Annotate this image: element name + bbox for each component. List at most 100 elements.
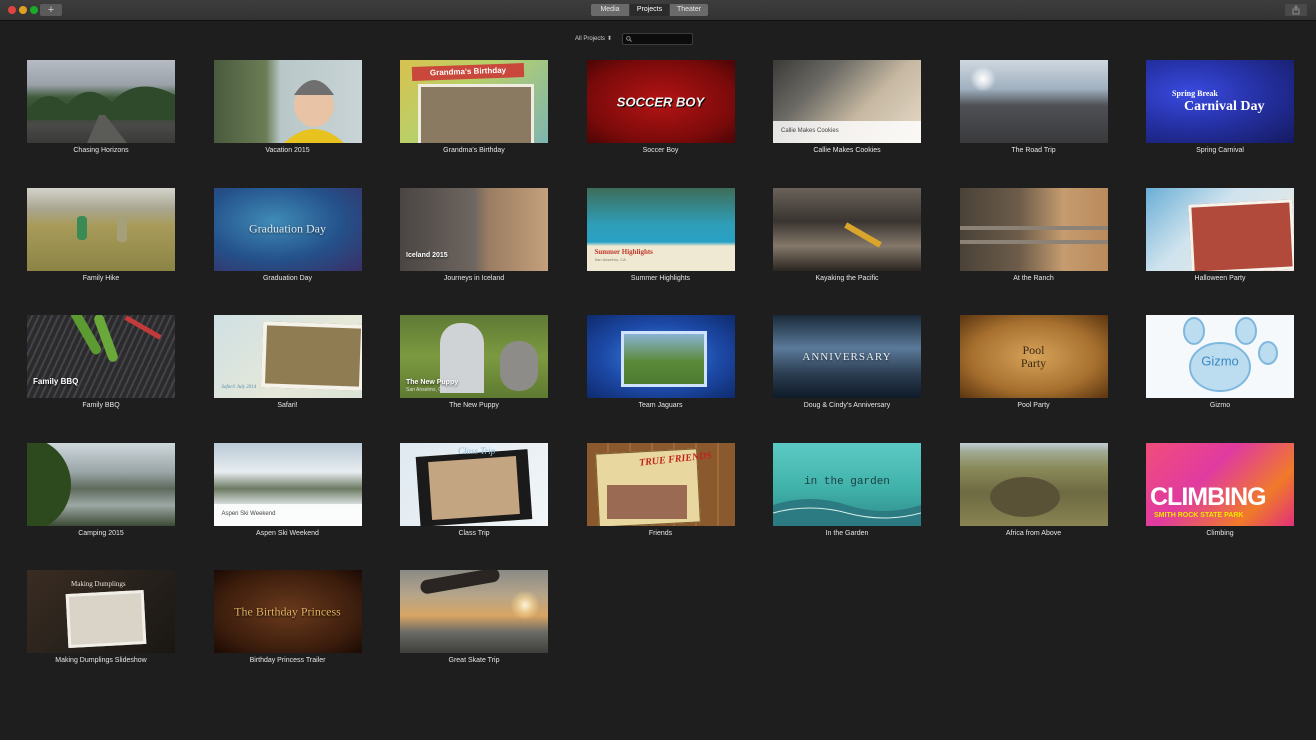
project-thumbnail[interactable]: Class Trip — [400, 442, 548, 526]
minimize-window-button[interactable] — [19, 6, 27, 14]
search-field[interactable] — [622, 33, 693, 45]
project-thumbnail[interactable]: The New Puppy San Anselmo, CA — [400, 315, 548, 398]
project-tile[interactable]: Family Hike — [27, 187, 175, 316]
thumbnail-title: Graduation Day — [249, 221, 326, 236]
project-thumbnail[interactable]: Graduation Day — [213, 187, 362, 271]
project-tile[interactable]: Safari! July 2014 Safari! — [213, 315, 362, 443]
thumbnail-title: Family BBQ — [33, 377, 79, 386]
project-thumbnail[interactable] — [959, 442, 1108, 526]
project-tile[interactable]: The Birthday Princess Birthday Princess … — [213, 570, 362, 698]
project-tile[interactable]: ANNIVERSARY Doug & Cindy's Anniversary — [773, 315, 921, 443]
project-thumbnail[interactable] — [27, 187, 175, 271]
project-thumbnail[interactable]: Summer Highlights San Anselmo, CA — [586, 187, 735, 271]
project-title: Grandma's Birthday — [443, 147, 505, 154]
thumbnail-title: Grandma's Birthday — [429, 65, 507, 78]
zoom-window-button[interactable] — [30, 6, 38, 14]
new-project-button[interactable]: + — [40, 4, 62, 16]
project-thumbnail[interactable]: Spring Break Carnival Day — [1146, 60, 1294, 143]
project-title: Spring Carnival — [1196, 147, 1244, 154]
project-thumbnail[interactable] — [959, 60, 1108, 143]
project-thumbnail[interactable]: Grandma's Birthday — [400, 60, 548, 143]
project-thumbnail[interactable] — [27, 60, 175, 143]
project-thumbnail[interactable] — [400, 570, 548, 653]
project-title: Safari! — [277, 402, 298, 409]
project-title: Class Trip — [458, 529, 490, 537]
project-tile[interactable]: Callie Makes Cookies Callie Makes Cookie… — [773, 60, 921, 188]
project-title: Soccer Boy — [642, 147, 679, 154]
project-title: Climbing — [1206, 529, 1234, 537]
project-tile[interactable]: Kayaking the Pacific — [773, 187, 921, 316]
project-thumbnail[interactable]: Gizmo — [1146, 315, 1294, 398]
project-tile[interactable]: Spring Break Carnival Day Spring Carniva… — [1146, 60, 1294, 188]
thumbnail-subtitle: San Anselmo, CA — [594, 256, 626, 262]
project-thumbnail[interactable]: in the garden — [773, 442, 921, 526]
project-thumbnail[interactable]: Making Dumplings — [27, 570, 175, 653]
project-thumbnail[interactable]: Pool Party — [959, 315, 1108, 398]
project-title: Making Dumplings Slideshow — [55, 657, 147, 664]
project-tile[interactable]: Africa from Above — [959, 442, 1108, 571]
project-thumbnail[interactable]: TRUE FRIENDS — [586, 442, 735, 526]
project-title: Chasing Horizons — [73, 147, 129, 154]
project-thumbnail[interactable]: Iceland 2015 — [400, 187, 548, 271]
project-tile[interactable]: Pool Party Pool Party — [959, 315, 1108, 443]
project-tile[interactable]: Family BBQ Family BBQ — [27, 315, 175, 443]
project-title: Great Skate Trip — [448, 657, 500, 664]
project-tile[interactable]: Team Jaguars — [586, 315, 735, 443]
share-icon — [1292, 5, 1300, 15]
project-tile[interactable]: Chasing Horizons — [27, 60, 175, 188]
project-thumbnail[interactable] — [959, 187, 1108, 271]
project-thumbnail[interactable]: Callie Makes Cookies — [773, 60, 921, 143]
project-tile[interactable]: Vacation 2015 — [213, 60, 362, 188]
project-thumbnail[interactable]: Safari! July 2014 — [213, 315, 362, 398]
project-title: Journeys in Iceland — [443, 274, 505, 282]
project-tile[interactable]: Great Skate Trip — [400, 570, 548, 698]
project-title: Family Hike — [82, 274, 120, 282]
project-thumbnail[interactable] — [1146, 187, 1294, 271]
tab-theater[interactable]: Theater — [670, 4, 708, 16]
project-thumbnail[interactable] — [773, 187, 921, 271]
project-tile[interactable]: Making Dumplings Making Dumplings Slides… — [27, 570, 175, 698]
project-thumbnail[interactable] — [213, 60, 362, 143]
project-title: Team Jaguars — [638, 402, 683, 409]
share-button[interactable] — [1285, 4, 1307, 16]
tab-media[interactable]: Media — [591, 4, 630, 16]
project-thumbnail[interactable]: The Birthday Princess — [213, 570, 362, 653]
search-input[interactable] — [634, 34, 688, 44]
project-tile[interactable]: The New Puppy San Anselmo, CA The New Pu… — [400, 315, 548, 443]
project-tile[interactable]: TRUE FRIENDS Friends — [586, 442, 735, 571]
project-tile[interactable]: Class Trip Class Trip — [400, 442, 548, 571]
project-tile[interactable]: Summer Highlights San Anselmo, CA Summer… — [586, 187, 735, 316]
thumbnail-title: Summer Highlights — [594, 247, 653, 256]
project-tile[interactable]: Graduation Day Graduation Day — [213, 187, 362, 316]
project-tile[interactable]: The Road Trip — [959, 60, 1108, 188]
project-grid: Chasing Horizons Vacation 2015 Grandma's… — [27, 60, 1294, 698]
thumbnail-title: Gizmo — [1201, 353, 1239, 369]
project-thumbnail[interactable]: Family BBQ — [27, 315, 175, 398]
project-thumbnail[interactable] — [586, 315, 735, 398]
thumbnail-title: Iceland 2015 — [406, 251, 448, 259]
project-tile[interactable]: in the garden In the Garden — [773, 442, 921, 571]
project-thumbnail[interactable]: SOCCER BOY — [586, 60, 735, 143]
close-window-button[interactable] — [8, 6, 16, 14]
title-bar: + Media Projects Theater — [0, 0, 1316, 21]
project-tile[interactable]: CLIMBING SMITH ROCK STATE PARK Climbing — [1146, 442, 1294, 571]
project-tile[interactable]: At the Ranch — [959, 187, 1108, 316]
project-tile[interactable]: Halloween Party — [1146, 187, 1294, 316]
search-icon — [626, 36, 632, 42]
project-filter-select[interactable]: All Projects ⬍ — [575, 34, 612, 44]
mountain-scene — [27, 86, 175, 143]
project-thumbnail[interactable]: ANNIVERSARY — [773, 315, 921, 398]
project-title: Gizmo — [1209, 402, 1231, 409]
project-title: Birthday Princess Trailer — [249, 657, 326, 664]
project-tile[interactable]: Gizmo Gizmo — [1146, 315, 1294, 443]
project-tile[interactable]: Aspen Ski Weekend Aspen Ski Weekend — [213, 442, 362, 571]
project-thumbnail[interactable]: CLIMBING SMITH ROCK STATE PARK — [1146, 442, 1294, 526]
project-title: Kayaking the Pacific — [815, 274, 879, 282]
tab-projects[interactable]: Projects — [630, 4, 670, 16]
project-thumbnail[interactable]: Aspen Ski Weekend — [213, 442, 362, 526]
project-tile[interactable]: Camping 2015 — [27, 442, 175, 571]
project-tile[interactable]: SOCCER BOY Soccer Boy — [586, 60, 735, 188]
project-tile[interactable]: Iceland 2015 Journeys in Iceland — [400, 187, 548, 316]
project-tile[interactable]: Grandma's Birthday Grandma's Birthday — [400, 60, 548, 188]
project-thumbnail[interactable] — [27, 442, 175, 526]
